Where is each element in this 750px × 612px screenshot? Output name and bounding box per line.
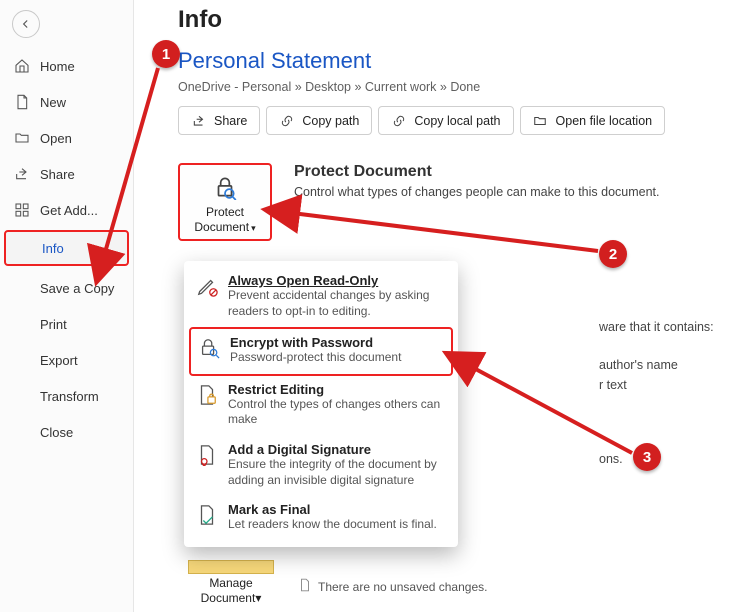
sidebar-item-label: Info — [42, 241, 64, 256]
doc-ribbon-icon — [196, 442, 218, 488]
document-title[interactable]: Personal Statement — [178, 48, 750, 74]
home-icon — [14, 58, 30, 74]
breadcrumb: OneDrive - Personal » Desktop » Current … — [178, 80, 750, 94]
menu-mark-final[interactable]: Mark as Final Let readers know the docum… — [184, 496, 458, 541]
pencil-blocked-icon — [196, 273, 218, 319]
protect-document-button[interactable]: Protect Document▾ — [178, 163, 272, 241]
menu-read-only[interactable]: Always Open Read-Only Prevent accidental… — [184, 267, 458, 327]
menu-item-desc: Prevent accidental changes by asking rea… — [228, 288, 446, 319]
sidebar-item-label: New — [40, 95, 66, 110]
button-label: Share — [214, 114, 247, 128]
folder-icon — [533, 113, 548, 128]
sidebar-item-info[interactable]: Info — [4, 230, 129, 266]
menu-item-desc: Ensure the integrity of the document by … — [228, 457, 446, 488]
sidebar-item-label: Get Add... — [40, 203, 98, 218]
sidebar-item-close[interactable]: Close — [0, 414, 133, 450]
file-icon — [14, 94, 30, 110]
addins-icon — [14, 202, 30, 218]
menu-item-title: Mark as Final — [228, 502, 437, 517]
link-icon — [279, 113, 294, 128]
copy-path-button[interactable]: Copy path — [266, 106, 372, 135]
doc-icon — [298, 578, 312, 595]
sidebar-item-label: Transform — [40, 389, 99, 404]
menu-item-title: Always Open Read-Only — [228, 273, 446, 288]
folder-icon — [188, 560, 274, 574]
menu-item-title: Encrypt with Password — [230, 335, 401, 350]
menu-item-desc: Let readers know the document is final. — [228, 517, 437, 533]
share-button[interactable]: Share — [178, 106, 260, 135]
sidebar-item-addins[interactable]: Get Add... — [0, 192, 133, 228]
sidebar-item-label: Save a Copy — [40, 281, 114, 296]
sidebar-item-new[interactable]: New — [0, 84, 133, 120]
inspect-peek: author's name — [599, 358, 678, 372]
chevron-down-icon: ▾ — [251, 223, 256, 233]
blank-icon — [16, 240, 32, 256]
button-label: Open file location — [556, 114, 653, 128]
toolbar: Share Copy path Copy local path Open fil… — [178, 106, 750, 135]
button-label: Copy local path — [414, 114, 500, 128]
sidebar-item-label: Share — [40, 167, 75, 182]
backstage-sidebar: Home New Open Share Get Add... Info Save… — [0, 0, 134, 612]
manage-document-button[interactable]: Manage Document▾ — [188, 560, 274, 606]
sidebar-item-home[interactable]: Home — [0, 48, 133, 84]
sidebar-item-print[interactable]: Print — [0, 306, 133, 342]
sidebar-item-label: Print — [40, 317, 67, 332]
menu-restrict-editing[interactable]: Restrict Editing Control the types of ch… — [184, 376, 458, 436]
sidebar-item-share[interactable]: Share — [0, 156, 133, 192]
callout-1: 1 — [152, 40, 180, 68]
sidebar-item-export[interactable]: Export — [0, 342, 133, 378]
menu-item-desc: Control the types of changes others can … — [228, 397, 446, 428]
button-label: Copy path — [302, 114, 359, 128]
doc-check-icon — [196, 502, 218, 533]
sidebar-item-label: Home — [40, 59, 75, 74]
folder-open-icon — [14, 130, 30, 146]
sidebar-item-save-copy[interactable]: Save a Copy — [0, 270, 133, 306]
inspect-peek: ware that it contains: — [599, 320, 714, 334]
menu-item-title: Add a Digital Signature — [228, 442, 446, 457]
button-label: Protect Document▾ — [184, 205, 266, 235]
chevron-down-icon: ▾ — [255, 591, 261, 605]
lock-icon — [184, 173, 266, 201]
button-label: Manage Document▾ — [188, 576, 274, 606]
protect-document-menu: Always Open Read-Only Prevent accidental… — [184, 261, 458, 547]
sidebar-item-label: Export — [40, 353, 78, 368]
open-file-location-button[interactable]: Open file location — [520, 106, 666, 135]
sidebar-item-open[interactable]: Open — [0, 120, 133, 156]
menu-encrypt-password[interactable]: Encrypt with Password Password-protect t… — [189, 327, 453, 376]
callout-3: 3 — [633, 443, 661, 471]
menu-digital-signature[interactable]: Add a Digital Signature Ensure the integ… — [184, 436, 458, 496]
page-title: Info — [178, 6, 750, 34]
protect-heading: Protect Document — [294, 163, 660, 181]
doc-lock-icon — [196, 382, 218, 428]
inspect-peek: r text — [599, 378, 627, 392]
inspect-peek: ons. — [599, 452, 623, 466]
share-icon — [14, 166, 30, 182]
callout-2: 2 — [599, 240, 627, 268]
share-icon — [191, 113, 206, 128]
menu-item-title: Restrict Editing — [228, 382, 446, 397]
lock-search-icon — [198, 335, 220, 366]
unsaved-changes-note: There are no unsaved changes. — [298, 578, 487, 595]
sidebar-item-label: Close — [40, 425, 73, 440]
copy-local-path-button[interactable]: Copy local path — [378, 106, 513, 135]
link-icon — [391, 113, 406, 128]
sidebar-item-label: Open — [40, 131, 72, 146]
back-button[interactable] — [12, 10, 40, 38]
sidebar-item-transform[interactable]: Transform — [0, 378, 133, 414]
protect-desc: Control what types of changes people can… — [294, 185, 660, 199]
menu-item-desc: Password-protect this document — [230, 350, 401, 366]
